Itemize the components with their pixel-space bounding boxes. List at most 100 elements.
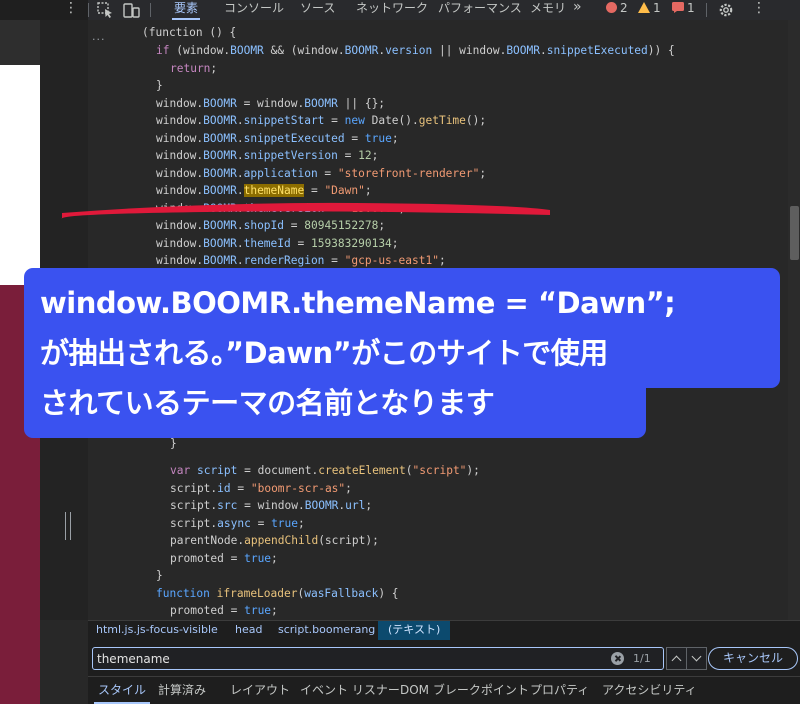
- error-count-badge[interactable]: 2: [606, 0, 628, 20]
- code-line[interactable]: window.BOOMR.snippetExecuted = true;: [156, 130, 399, 148]
- tab-layout[interactable]: レイアウト: [230, 681, 290, 699]
- vertical-scrollbar[interactable]: [788, 20, 800, 620]
- code-token: script.: [170, 499, 218, 512]
- previous-match-button[interactable]: [666, 647, 687, 670]
- code-token: .: [236, 167, 244, 180]
- code-token: (: [405, 464, 413, 477]
- tab-accessibility[interactable]: アクセシビリティ: [602, 681, 697, 699]
- code-token: =: [344, 132, 365, 145]
- code-token: =: [337, 149, 359, 162]
- code-token: .: [236, 237, 244, 250]
- collapsed-marker[interactable]: ...: [92, 30, 106, 43]
- code-line[interactable]: if (window.BOOMR && (window.BOOMR.versio…: [156, 42, 675, 60]
- code-line[interactable]: var script = document.createElement("scr…: [170, 462, 480, 480]
- tab-dom-breakpoints[interactable]: DOM ブレークポイント: [400, 681, 529, 699]
- tab-styles[interactable]: スタイル: [93, 681, 151, 704]
- breadcrumb-item[interactable]: script.boomerang: [274, 621, 379, 641]
- code-token: .: [236, 149, 244, 162]
- code-token: ;: [391, 132, 399, 145]
- code-token: function: [156, 587, 210, 600]
- tab-properties[interactable]: プロパティ: [530, 681, 589, 699]
- callout-line: window.BOOMR.themeName = “Dawn”;: [40, 286, 676, 320]
- tab-network[interactable]: ネットワーク: [356, 0, 428, 20]
- code-token: application: [243, 167, 318, 180]
- code-token: BOOMR: [203, 132, 237, 145]
- kebab-vertical-icon[interactable]: ⋮: [752, 0, 766, 20]
- code-token: src: [217, 499, 238, 512]
- code-token: promoted =: [170, 604, 245, 617]
- search-box: 1/1: [92, 647, 664, 670]
- next-match-button[interactable]: [686, 647, 707, 670]
- code-token: snippetVersion: [243, 149, 338, 162]
- code-line[interactable]: return;: [170, 60, 217, 78]
- breadcrumb: html.js.js-focus-visible head script.boo…: [88, 620, 800, 641]
- code-line[interactable]: }: [156, 77, 163, 95]
- code-token: script.: [170, 517, 218, 530]
- code-line[interactable]: script.src = window.BOOMR.url;: [170, 497, 372, 515]
- more-tabs-button[interactable]: »: [573, 0, 582, 20]
- code-token: renderRegion: [243, 254, 325, 267]
- code-line[interactable]: window.BOOMR.renderRegion = "gcp-us-east…: [156, 252, 446, 270]
- code-line[interactable]: (function () {: [142, 24, 236, 42]
- breadcrumb-item[interactable]: html.js.js-focus-visible: [92, 621, 222, 641]
- issues-count-badge[interactable]: 1: [672, 0, 695, 20]
- code-line[interactable]: window.BOOMR.themeId = 159383290134;: [156, 235, 399, 253]
- code-token: var: [170, 464, 191, 477]
- code-token: window.: [156, 97, 204, 110]
- code-line[interactable]: script.async = true;: [170, 515, 305, 533]
- search-input[interactable]: [97, 650, 597, 667]
- code-token: ;: [210, 62, 218, 75]
- code-token: window.: [156, 254, 204, 267]
- code-token: ;: [364, 184, 372, 197]
- code-token: .: [236, 132, 244, 145]
- tab-performance[interactable]: パフォーマンス: [438, 0, 522, 20]
- code-token: =: [230, 482, 251, 495]
- code-token: (window.: [169, 44, 231, 57]
- code-line[interactable]: promoted = true;: [170, 602, 278, 620]
- code-line[interactable]: window.BOOMR.snippetVersion = 12;: [156, 147, 378, 165]
- code-line[interactable]: parentNode.appendChild(script);: [170, 532, 379, 550]
- breadcrumb-item-selected[interactable]: (テキスト): [378, 621, 451, 641]
- tab-console[interactable]: コンソール: [224, 0, 284, 20]
- code-token: =: [250, 517, 272, 530]
- breadcrumb-item[interactable]: head: [231, 621, 266, 641]
- code-token: = window.: [236, 97, 305, 110]
- code-line[interactable]: function iframeLoader(wasFallback) {: [156, 585, 399, 603]
- device-toolbar-icon[interactable]: [122, 1, 142, 19]
- tab-computed[interactable]: 計算済み: [158, 681, 206, 699]
- code-token: snippetExecuted: [243, 132, 345, 145]
- code-token: BOOMR: [203, 167, 237, 180]
- kebab-vertical-icon[interactable]: ⋮: [64, 0, 78, 20]
- code-token: "boomr-scr-as": [250, 482, 346, 495]
- gear-icon[interactable]: [716, 1, 736, 19]
- code-line[interactable]: window.BOOMR.application = "storefront-r…: [156, 165, 486, 183]
- warning-count-badge[interactable]: 1: [638, 0, 661, 20]
- code-line[interactable]: promoted = true;: [170, 550, 278, 568]
- scrollbar-thumb[interactable]: [790, 206, 799, 260]
- code-token: Date().: [364, 114, 419, 127]
- code-line[interactable]: window.BOOMR.themeName = "Dawn";: [156, 182, 372, 200]
- code-token: ;: [371, 149, 379, 162]
- resize-handle[interactable]: [65, 512, 71, 540]
- code-token: themeId: [243, 237, 291, 250]
- tab-sources[interactable]: ソース: [300, 0, 335, 20]
- inspect-element-icon[interactable]: [96, 1, 116, 19]
- cancel-button[interactable]: キャンセル: [708, 647, 798, 670]
- page-preview-content: [0, 65, 40, 285]
- code-token: BOOMR: [203, 254, 237, 267]
- clear-search-icon[interactable]: [611, 652, 624, 665]
- tab-memory[interactable]: メモリ: [530, 0, 566, 20]
- tab-event-listeners[interactable]: イベント リスナー: [300, 681, 400, 699]
- code-token: script.: [170, 482, 218, 495]
- code-line[interactable]: window.BOOMR.snippetStart = new Date().g…: [156, 112, 486, 130]
- tab-elements[interactable]: 要素: [171, 0, 201, 20]
- code-token: || {};: [337, 97, 386, 110]
- code-token: if: [156, 44, 170, 57]
- code-line[interactable]: }: [156, 567, 163, 585]
- code-line[interactable]: window.BOOMR = window.BOOMR || {};: [156, 95, 385, 113]
- issue-icon: [672, 2, 684, 13]
- code-token: =: [317, 167, 338, 180]
- code-line[interactable]: script.id = "boomr-scr-as";: [170, 480, 352, 498]
- code-token: url: [345, 499, 366, 512]
- code-token: iframeLoader: [216, 587, 298, 600]
